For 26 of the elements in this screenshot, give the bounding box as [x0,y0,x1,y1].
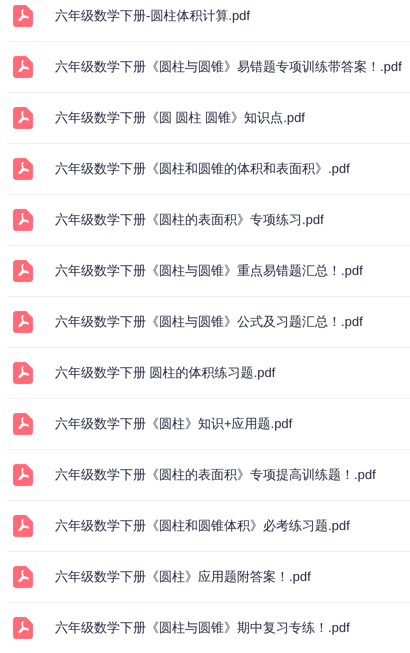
pdf-file-icon [13,464,33,486]
pdf-file-icon [13,617,33,639]
pdf-file-icon [13,5,33,27]
file-name[interactable]: 六年级数学下册《圆柱》应用题附答案！.pdf [55,567,311,587]
file-name[interactable]: 六年级数学下册《圆柱的表面积》专项练习.pdf [55,210,324,230]
file-name[interactable]: 六年级数学下册《圆柱》知识+应用题.pdf [55,414,292,434]
pdf-file-icon [13,413,33,435]
pdf-file-icon [13,311,33,333]
pdf-file-icon [13,566,33,588]
file-name[interactable]: 六年级数学下册《圆柱和圆锥体积》必考练习题.pdf [55,516,350,536]
pdf-file-icon [13,260,33,282]
pdf-file-icon [13,107,33,129]
file-name[interactable]: 六年级数学下册《圆柱和圆锥的体积和表面积》.pdf [55,159,350,179]
pdf-file-icon [13,362,33,384]
file-name[interactable]: 六年级数学下册 圆柱的体积练习题.pdf [55,363,276,383]
pdf-file-icon [13,56,33,78]
file-name[interactable]: 六年级数学下册《圆 圆柱 圆锥》知识点.pdf [55,108,305,128]
file-name[interactable]: 六年级数学下册-圆柱体积计算.pdf [55,6,250,26]
pdf-file-icon [13,158,33,180]
file-name[interactable]: 六年级数学下册《圆柱与圆锥》期中复习专练！.pdf [55,618,350,638]
pdf-file-icon [13,209,33,231]
pdf-file-icon [13,515,33,537]
file-name[interactable]: 六年级数学下册《圆柱与圆锥》易错题专项训练带答案！.pdf [55,57,402,77]
file-name[interactable]: 六年级数学下册《圆柱与圆锥》公式及习题汇总！.pdf [55,312,363,332]
file-name[interactable]: 六年级数学下册《圆柱与圆锥》重点易错题汇总！.pdf [55,261,363,281]
file-name[interactable]: 六年级数学下册《圆柱的表面积》专项提高训练题！.pdf [55,465,376,485]
